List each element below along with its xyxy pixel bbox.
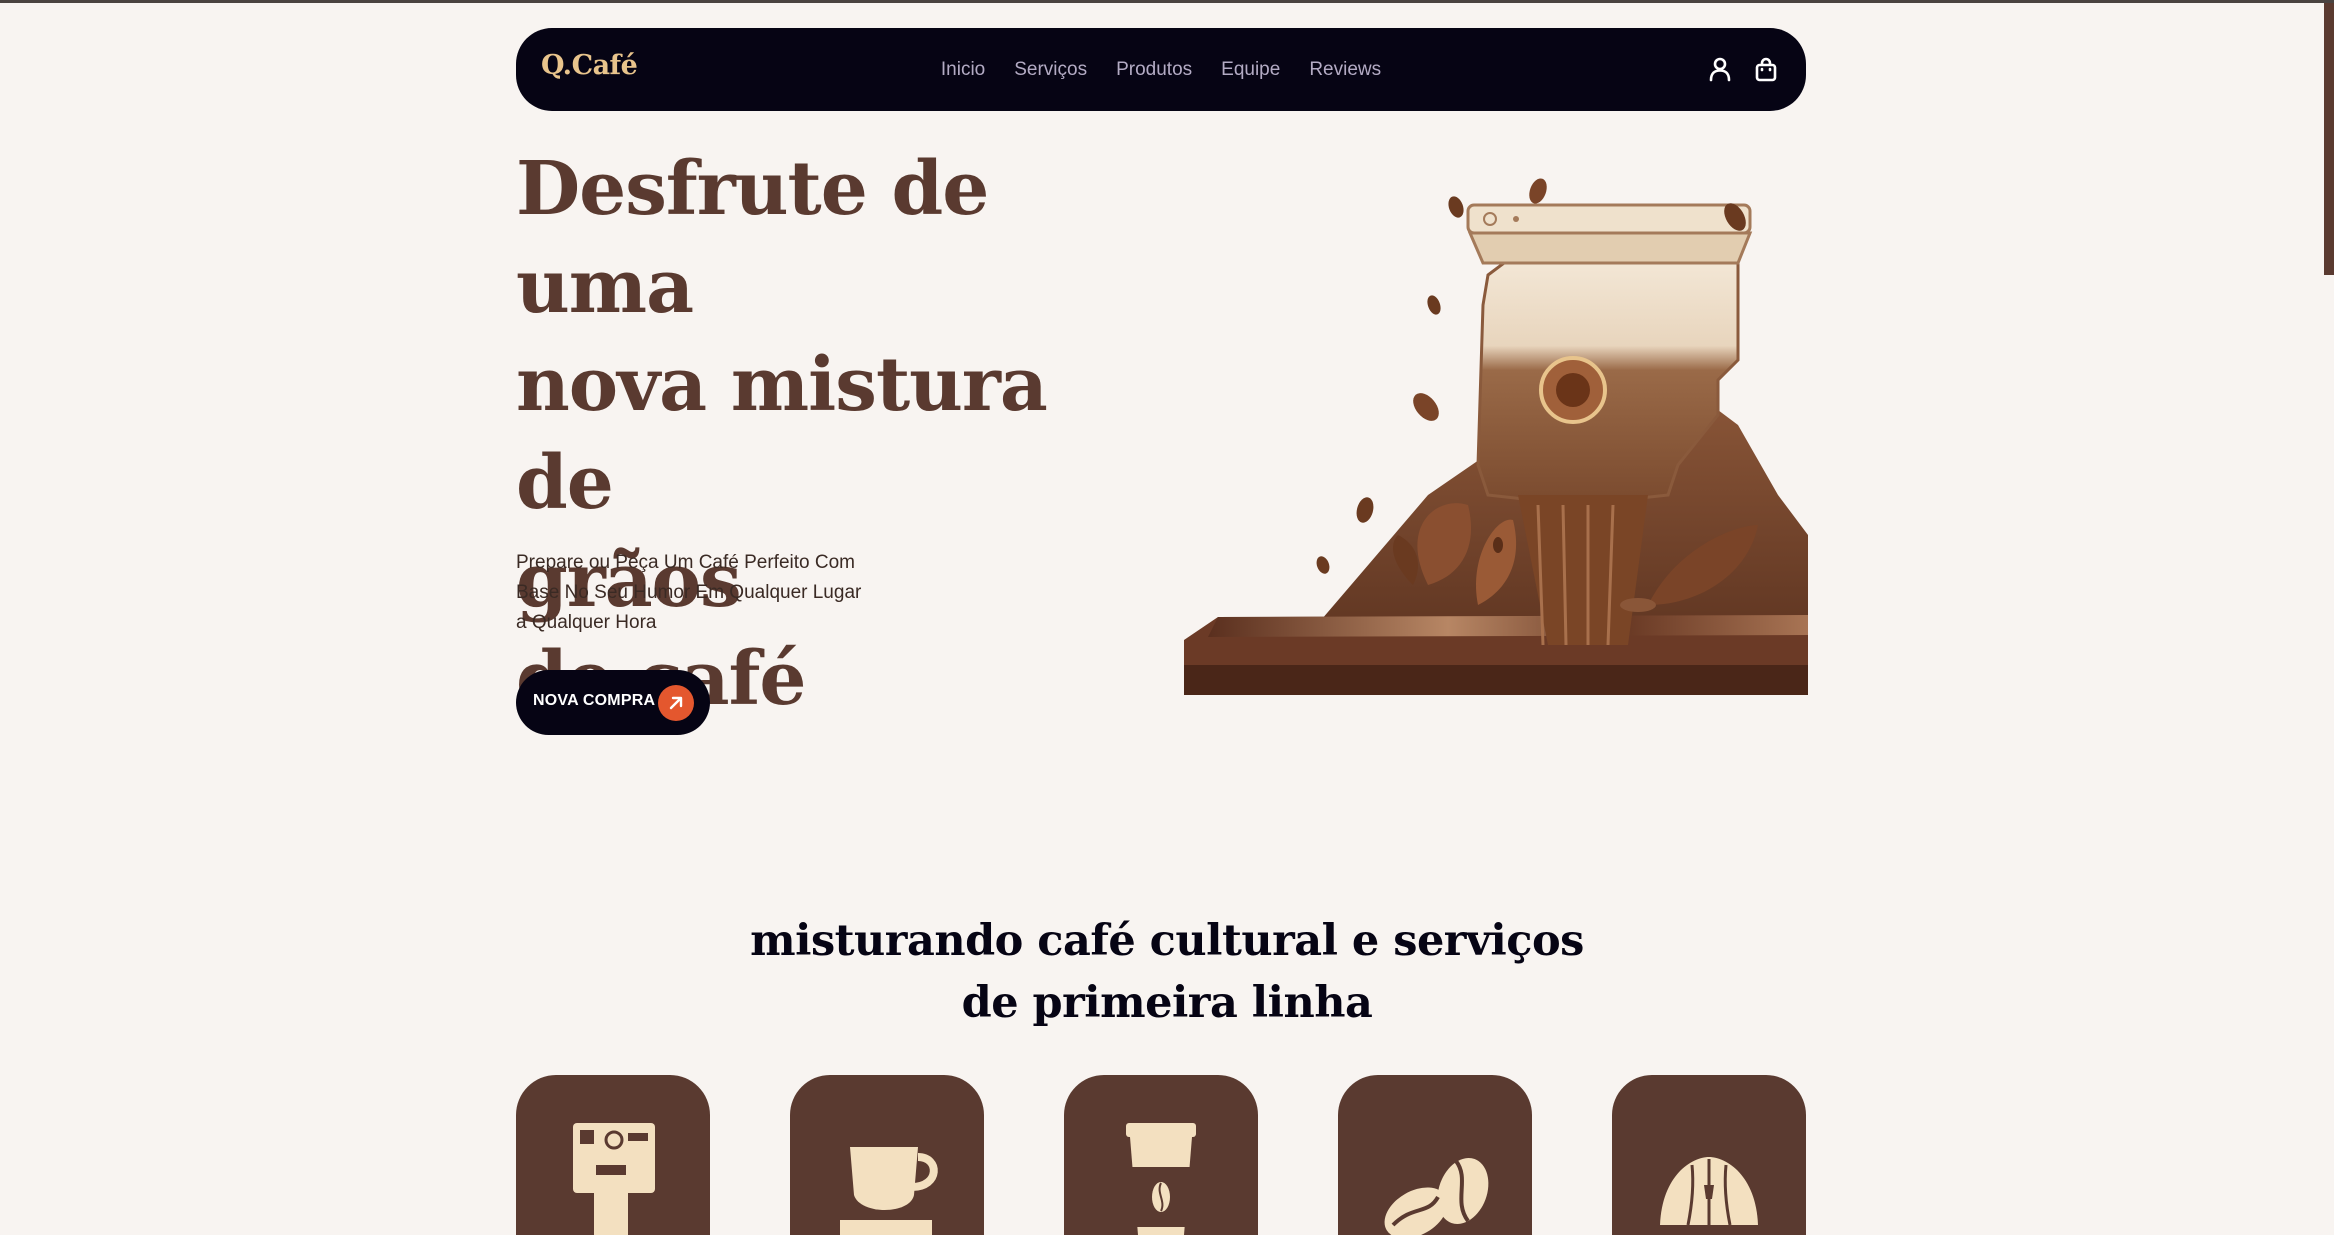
takeaway-cup-icon — [1126, 1123, 1196, 1235]
coffee-cup-icon — [840, 1147, 938, 1235]
nav-icon-group — [1708, 56, 1778, 82]
service-card[interactable] — [1338, 1075, 1532, 1235]
hero-subtitle-line: Base No Seu Humor Em Qualquer Lugar — [516, 582, 862, 603]
service-card[interactable] — [1064, 1075, 1258, 1235]
brand-logo[interactable]: Q.Café — [541, 50, 638, 81]
window-top-border — [0, 0, 2334, 3]
new-purchase-button-label: NOVA COMPRA — [533, 692, 656, 709]
coffee-beans-icon — [1384, 1158, 1489, 1235]
coffee-grinder-illustration — [1178, 165, 1808, 695]
scrollbar-thumb[interactable] — [2324, 3, 2334, 275]
service-card[interactable] — [1612, 1075, 1806, 1235]
nav-menu: Inicio Serviços Produtos Equipe Reviews — [516, 28, 1806, 111]
hero-title: Desfrute de uma nova mistura de grãos de… — [516, 140, 1136, 728]
services-title-line: de primeira linha — [961, 978, 1373, 1028]
services-title-line: misturando café cultural e serviços — [750, 916, 1584, 966]
shopping-bag-icon[interactable] — [1754, 56, 1778, 82]
user-icon[interactable] — [1708, 56, 1732, 82]
nav-link-equipe[interactable]: Equipe — [1221, 59, 1280, 81]
nav-link-servicos[interactable]: Serviços — [1014, 59, 1087, 81]
hero-subtitle: Prepare ou Peça Um Café Perfeito Com Bas… — [516, 548, 896, 638]
espresso-machine-icon — [573, 1123, 655, 1235]
services-section-title: misturando café cultural e serviços de p… — [0, 910, 2334, 1034]
arrow-up-right-icon — [658, 685, 694, 721]
nav-link-reviews[interactable]: Reviews — [1309, 59, 1381, 81]
nav-link-inicio[interactable]: Inicio — [941, 59, 985, 81]
hero-title-line: nova mistura de — [516, 342, 1048, 526]
new-purchase-button[interactable]: NOVA COMPRA — [516, 670, 710, 735]
service-card[interactable] — [516, 1075, 710, 1235]
croissant-icon — [1660, 1157, 1758, 1226]
nav-link-produtos[interactable]: Produtos — [1116, 59, 1192, 81]
hero-title-line: Desfrute de uma — [516, 146, 989, 330]
service-card[interactable] — [790, 1075, 984, 1235]
navbar: Q.Café Inicio Serviços Produtos Equipe R… — [516, 28, 1806, 111]
hero-subtitle-line: Prepare ou Peça Um Café Perfeito Com — [516, 552, 855, 573]
hero-subtitle-line: a Qualquer Hora — [516, 612, 657, 633]
